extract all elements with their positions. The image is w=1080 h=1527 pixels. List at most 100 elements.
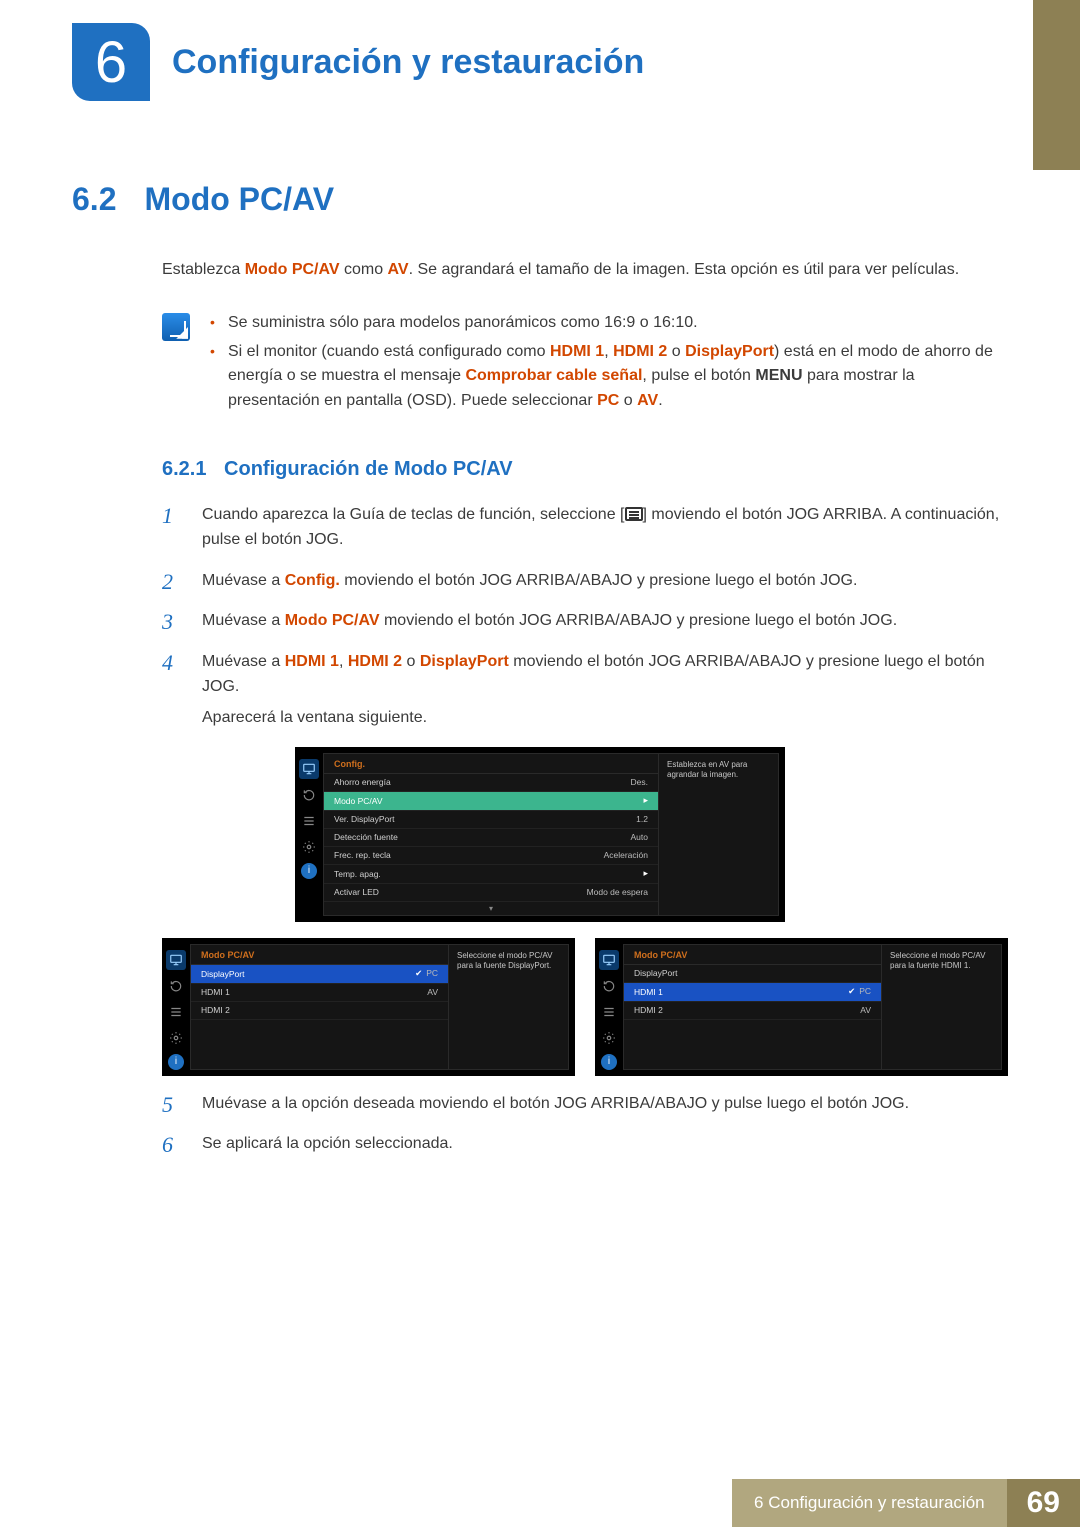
text: Si el monitor (cuando está configurado c… <box>228 343 550 360</box>
osd-item-label: DisplayPort <box>201 969 244 979</box>
osd-menu-item: Activar LEDModo de espera <box>324 884 658 902</box>
chapter-number-badge: 6 <box>72 23 150 101</box>
step-number: 2 <box>162 569 180 600</box>
section-title: Modo PC/AV <box>144 181 334 218</box>
bold-text: MENU <box>755 367 802 384</box>
highlight: Comprobar cable señal <box>465 367 642 384</box>
text: o <box>667 343 685 360</box>
highlight: DisplayPort <box>420 653 509 670</box>
list-icon <box>299 811 319 831</box>
osd-item-value: AV <box>427 987 438 997</box>
osd-item-value: AV <box>860 1005 871 1015</box>
text: Muévase a la opción deseada moviendo el … <box>202 1092 909 1117</box>
osd-list: Modo PC/AV DisplayPortHDMI 1PCHDMI 2AV <box>624 945 881 1069</box>
osd-item-label: HDMI 2 <box>634 1005 663 1015</box>
osd-panel-right: i Modo PC/AV DisplayPortHDMI 1PCHDMI 2AV… <box>595 938 1008 1076</box>
step-body: Cuando aparezca la Guía de teclas de fun… <box>202 503 1008 559</box>
highlight: HDMI 2 <box>613 343 667 360</box>
step-body: Muévase a la opción deseada moviendo el … <box>202 1092 909 1123</box>
osd-item-label: Activar LED <box>334 887 379 897</box>
intro-paragraph: Establezca Modo PC/AV como AV. Se agrand… <box>162 258 1008 283</box>
list-icon <box>166 1002 186 1022</box>
step-body: Muévase a HDMI 1, HDMI 2 o DisplayPort m… <box>202 650 1008 736</box>
rotate-icon <box>599 976 619 996</box>
text: moviendo el botón JOG ARRIBA/ABAJO y pre… <box>380 612 898 629</box>
list-icon <box>599 1002 619 1022</box>
osd-menu-item: HDMI 2 <box>191 1002 448 1020</box>
osd-list: Modo PC/AV DisplayPort PC HDMI 1 AV HDMI 2 <box>191 945 448 1069</box>
info-icon: i <box>301 863 317 879</box>
note-icon <box>162 313 190 341</box>
gear-icon <box>299 837 319 857</box>
text: Cuando aparezca la Guía de teclas de fun… <box>202 506 625 523</box>
text: Aparecerá la ventana siguiente. <box>202 706 1008 731</box>
chapter-header: 6 Configuración y restauración <box>72 23 1008 101</box>
osd-item-label: Temp. apag. <box>334 869 381 879</box>
subsection-number: 6.2.1 <box>162 458 206 480</box>
osd-description: Seleccione el modo PC/AV para la fuente … <box>448 945 568 1069</box>
text: o <box>402 653 420 670</box>
osd-menu-item: HDMI 1PC <box>624 983 881 1002</box>
osd-menu-item: HDMI 2 AV <box>624 1002 881 1020</box>
gear-icon <box>166 1028 186 1048</box>
osd-item-value: ▸ <box>643 868 648 879</box>
osd-item-label: Frec. rep. tecla <box>334 850 391 860</box>
osd-pair: i Modo PC/AV DisplayPortPCHDMI 1AVHDMI 2… <box>162 938 1008 1076</box>
osd-item-label: Ahorro energía <box>334 777 391 787</box>
text: , <box>339 653 348 670</box>
info-block: Se suministra sólo para modelos panorámi… <box>162 311 1008 418</box>
osd-sidebar: i <box>595 944 623 1070</box>
steps-list-continued: 5 Muévase a la opción deseada moviendo e… <box>162 1092 1008 1164</box>
steps-list: 1 Cuando aparezca la Guía de teclas de f… <box>162 503 1008 737</box>
text: Muévase a <box>202 653 285 670</box>
osd-menu-item: Ahorro energía Des. <box>324 774 658 792</box>
text: , <box>604 343 613 360</box>
osd-menu-item: DisplayPort PC <box>191 965 448 984</box>
osd-description: Establezca en AV para agrandar la imagen… <box>658 754 778 915</box>
monitor-icon <box>299 759 319 779</box>
footer-page-number: 69 <box>1007 1479 1080 1527</box>
highlight: PC <box>597 392 619 409</box>
osd-menu-item: Frec. rep. tecla Aceleración <box>324 847 658 865</box>
text: Muévase a <box>202 612 285 629</box>
osd-item-label: Ver. DisplayPort <box>334 814 394 824</box>
text: . <box>658 392 662 409</box>
text: . Se agrandará el tamaño de la imagen. E… <box>409 261 960 278</box>
highlight: AV <box>388 261 409 278</box>
osd-panel: i Config. Ahorro energíaDes.Modo PC/AV▸V… <box>295 747 785 922</box>
step-number: 4 <box>162 650 180 736</box>
section-number: 6.2 <box>72 181 116 218</box>
manual-page: 6 Configuración y restauración 6.2 Modo … <box>0 0 1080 1527</box>
osd-item-label: Detección fuente <box>334 832 398 842</box>
osd-main: Config. Ahorro energíaDes.Modo PC/AV▸Ver… <box>323 753 779 916</box>
info-list: Se suministra sólo para modelos panorámi… <box>210 311 1008 418</box>
osd-menu-item: HDMI 1 AV <box>191 984 448 1002</box>
gear-icon <box>599 1028 619 1048</box>
osd-item-value: Aceleración <box>604 850 648 860</box>
step: 4 Muévase a HDMI 1, HDMI 2 o DisplayPort… <box>162 650 1008 736</box>
highlight: HDMI 1 <box>285 653 339 670</box>
osd-description: Seleccione el modo PC/AV para la fuente … <box>881 945 1001 1069</box>
text: Muévase a <box>202 572 285 589</box>
osd-item-value: Auto <box>631 832 649 842</box>
subsection-heading: 6.2.1 Configuración de Modo PC/AV <box>162 458 1008 481</box>
osd-list: Config. Ahorro energíaDes.Modo PC/AV▸Ver… <box>324 754 658 915</box>
osd-item-value: PC <box>415 968 438 979</box>
highlight: Config. <box>285 572 340 589</box>
rotate-icon <box>166 976 186 996</box>
osd-item-label: HDMI 1 <box>634 987 663 997</box>
text: o <box>619 392 637 409</box>
osd-item-label: HDMI 1 <box>201 987 230 997</box>
osd-header: Modo PC/AV <box>191 945 448 965</box>
chapter-title: Configuración y restauración <box>172 43 644 82</box>
osd-item-value: Des. <box>631 777 648 787</box>
footer-chapter-label: 6 Configuración y restauración <box>732 1479 1007 1527</box>
highlight: HDMI 1 <box>550 343 604 360</box>
osd-item-value: 1.2 <box>636 814 648 824</box>
text: , pulse el botón <box>642 367 755 384</box>
text: moviendo el botón JOG ARRIBA/ABAJO y pre… <box>340 572 858 589</box>
step-number: 3 <box>162 609 180 640</box>
monitor-icon <box>599 950 619 970</box>
osd-config-screenshot: i Config. Ahorro energíaDes.Modo PC/AV▸V… <box>72 747 1008 922</box>
step: 2 Muévase a Config. moviendo el botón JO… <box>162 569 1008 600</box>
